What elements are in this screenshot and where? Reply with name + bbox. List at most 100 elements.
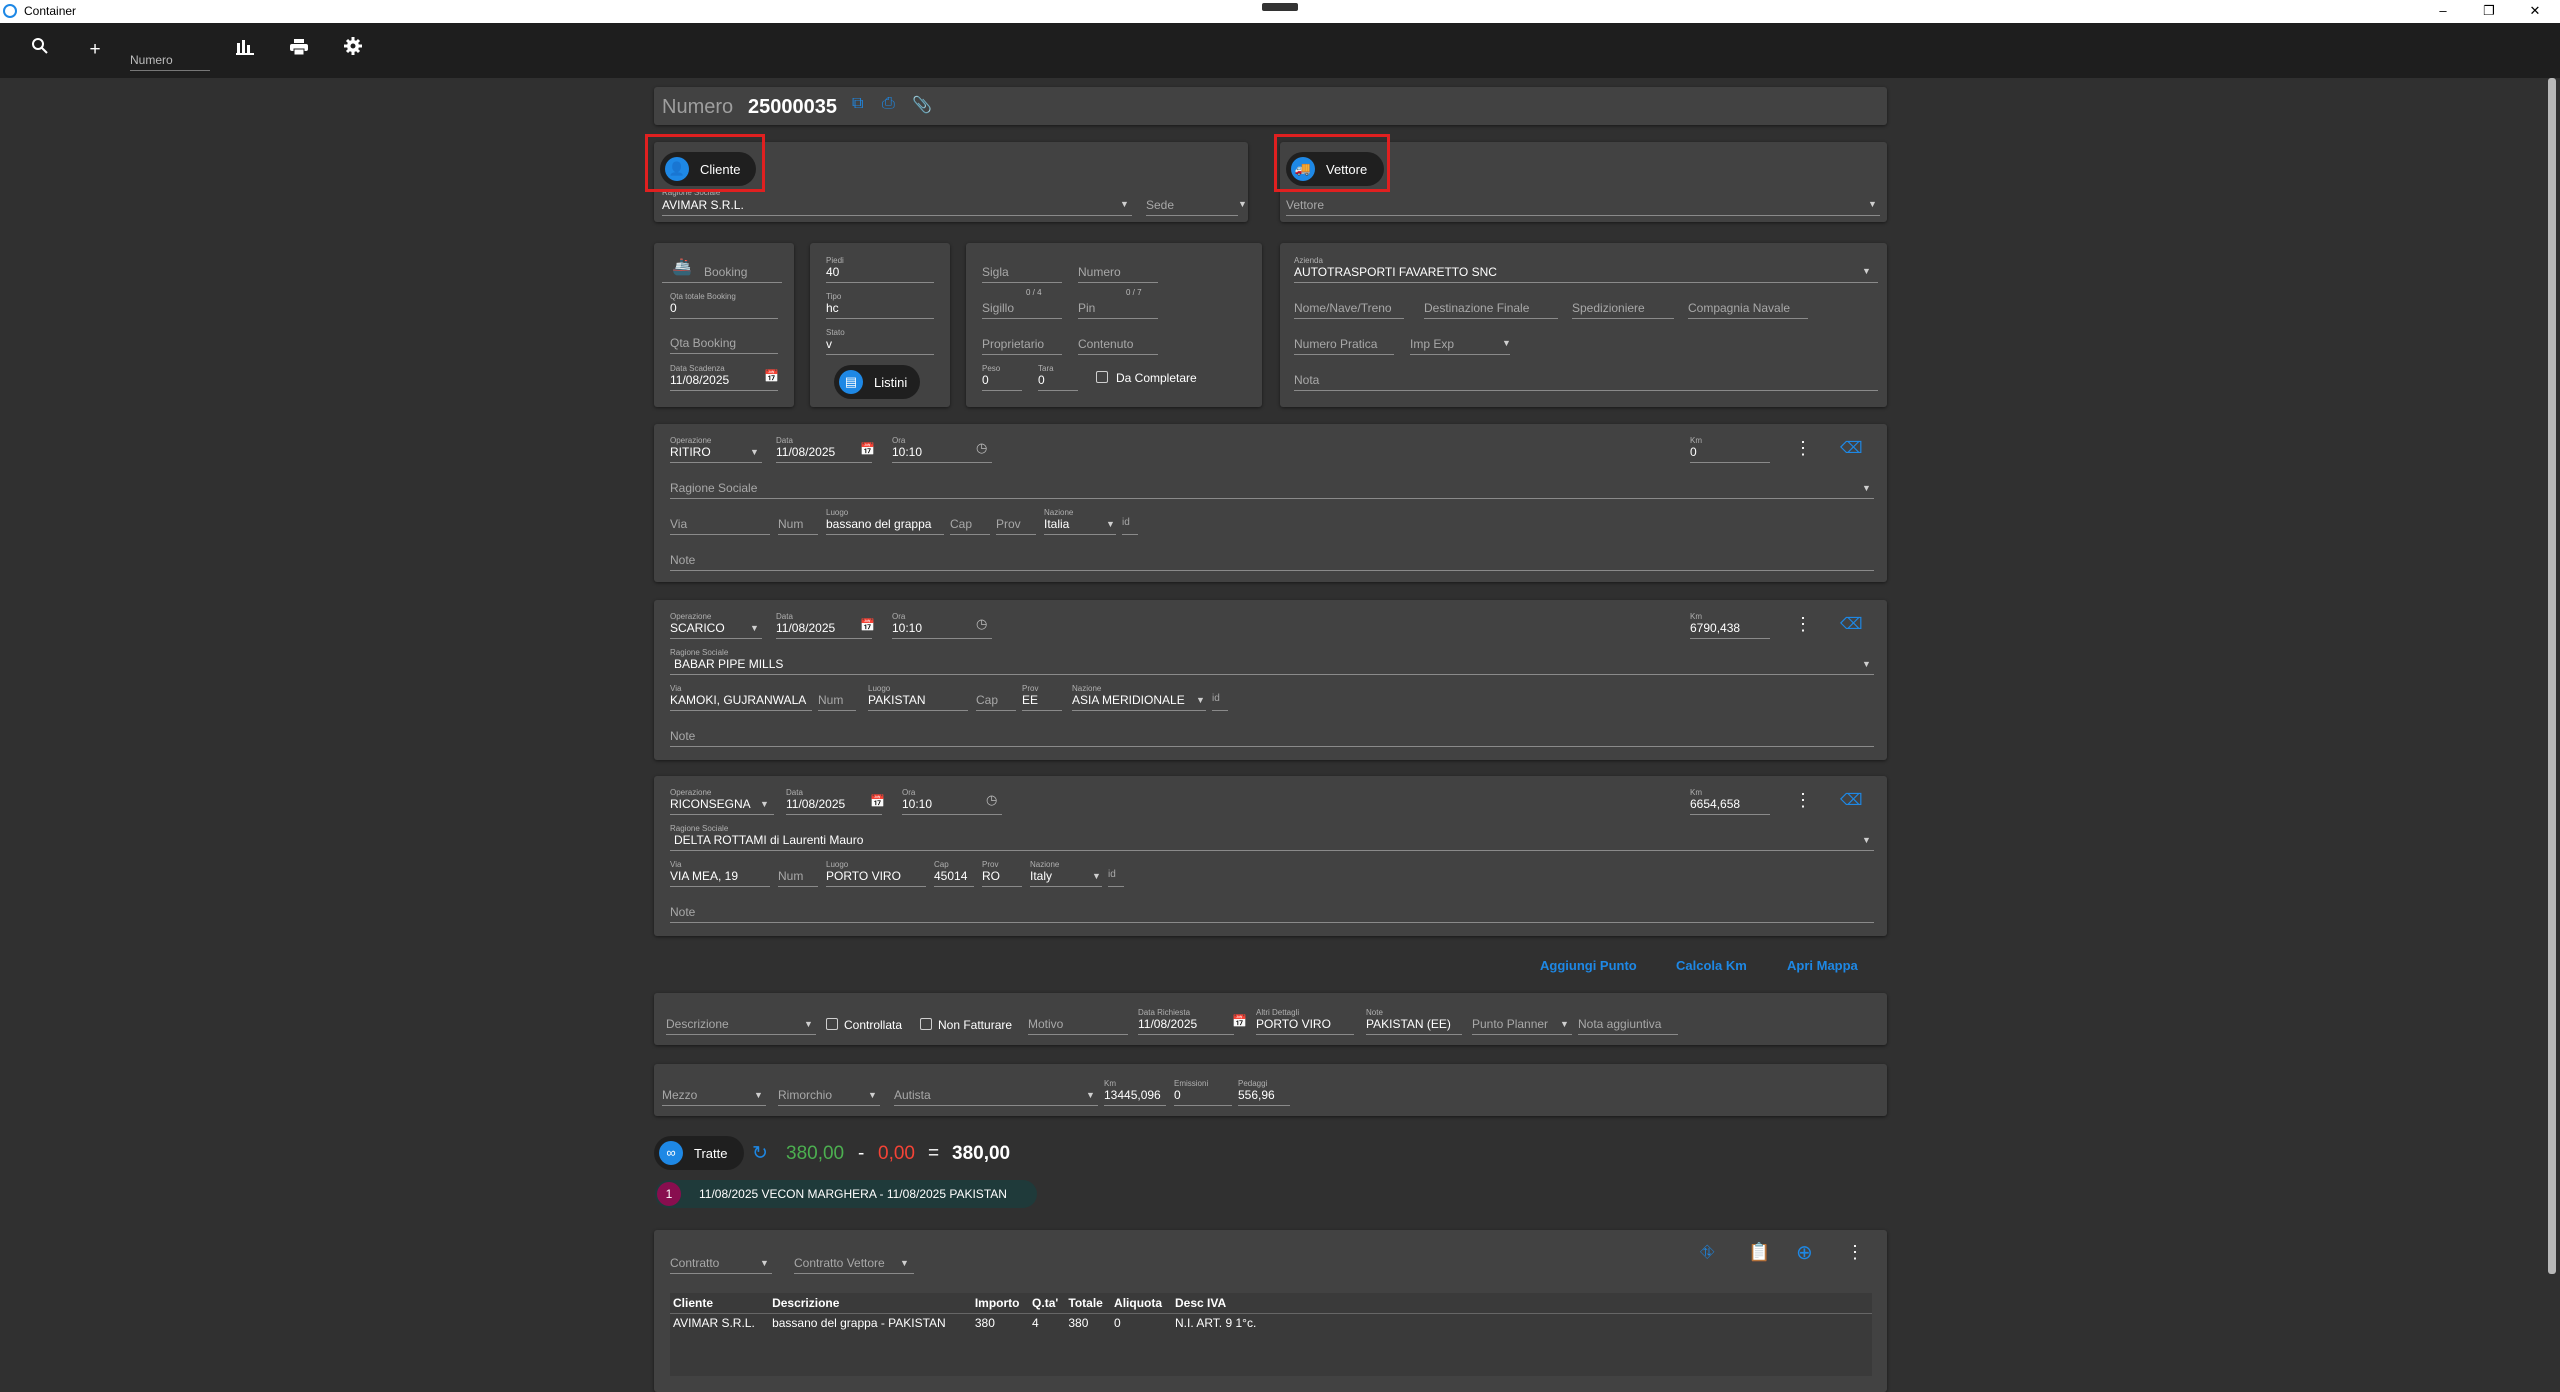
vertical-scrollbar[interactable] [2548, 78, 2556, 1274]
minimize-button[interactable]: – [2420, 0, 2466, 23]
imp-exp-select[interactable]: Imp Exp [1410, 337, 1510, 355]
col-qta[interactable]: Q.ta' [1029, 1293, 1066, 1314]
tara-input[interactable]: 0 [1038, 373, 1078, 391]
via-input[interactable]: KAMOKI, GUJRANWALA [670, 693, 812, 711]
clock-icon[interactable]: ◷ [986, 792, 997, 808]
calendar-icon[interactable]: 📅 [1232, 1014, 1247, 1028]
qta-booking-input[interactable]: Qta Booking [670, 336, 778, 354]
km-input[interactable]: 0 [1690, 445, 1770, 463]
descrizione-select[interactable]: Descrizione [666, 1017, 816, 1035]
calendar-icon[interactable]: 📅 [860, 442, 875, 456]
search-icon[interactable] [27, 37, 53, 63]
add-circle-icon[interactable]: ⊕ [1796, 1240, 1813, 1265]
restore-button[interactable]: ❐ [2466, 0, 2512, 23]
altri-dettagli-input[interactable]: PORTO VIRO [1256, 1017, 1354, 1035]
data-input[interactable]: 11/08/2025 [786, 797, 882, 815]
col-totale[interactable]: Totale [1065, 1293, 1112, 1314]
note-input[interactable]: PAKISTAN (EE) [1366, 1017, 1462, 1035]
col-cliente[interactable]: Cliente [670, 1293, 770, 1314]
ragione-sociale-select[interactable]: DELTA ROTTAMI di Laurenti Mauro [670, 833, 1874, 851]
operazione-select[interactable]: RITIRO [670, 445, 762, 463]
cap-input[interactable]: 45014 [934, 869, 974, 887]
operazione-select[interactable]: RICONSEGNA [670, 797, 774, 815]
sigla-input[interactable]: Sigla [982, 265, 1062, 283]
listini-button[interactable]: ▤ Listini [834, 365, 920, 399]
col-importo[interactable]: Importo [971, 1293, 1030, 1314]
cap-input[interactable]: Cap [976, 693, 1016, 711]
data-scadenza-input[interactable]: 11/08/2025 [670, 373, 778, 391]
copy-icon[interactable]: ⧉ [852, 95, 863, 113]
numero-input[interactable]: Numero [1078, 265, 1158, 283]
calcola-km-button[interactable]: Calcola Km [1676, 958, 1747, 973]
prov-input[interactable]: RO [982, 869, 1022, 887]
ragione-sociale-select[interactable]: Ragione Sociale [670, 481, 1874, 499]
plus-icon[interactable]: + [82, 37, 108, 63]
printer-icon[interactable] [286, 37, 312, 63]
numero-pratica-input[interactable]: Numero Pratica [1294, 337, 1394, 355]
vettore-select[interactable]: Vettore [1286, 198, 1880, 216]
destinazione-input[interactable]: Destinazione Finale [1424, 301, 1558, 319]
more-vert-icon[interactable]: ⋮ [1794, 614, 1812, 635]
via-input[interactable]: VIA MEA, 19 [670, 869, 770, 887]
clock-icon[interactable]: ◷ [976, 616, 987, 632]
da-completare-checkbox[interactable] [1096, 371, 1108, 383]
rimorchio-select[interactable]: Rimorchio [778, 1088, 880, 1106]
close-button[interactable]: ✕ [2512, 0, 2558, 23]
ragione-sociale-select[interactable]: BABAR PIPE MILLS [670, 657, 1874, 675]
non-fatturare-checkbox[interactable] [920, 1018, 932, 1030]
sigillo-input[interactable]: Sigillo [982, 301, 1062, 319]
delete-icon[interactable]: ⌫ [1840, 790, 1863, 810]
numero-search-input[interactable]: Numero [130, 47, 210, 71]
bar-chart-icon[interactable] [232, 37, 258, 63]
pedaggi-input[interactable]: 556,96 [1238, 1088, 1290, 1106]
contratto-vettore-select[interactable]: Contratto Vettore [794, 1256, 914, 1274]
tratta-chip[interactable]: 1 11/08/2025 VECON MARGHERA - 11/08/2025… [655, 1180, 1037, 1208]
nota-aggiuntiva-input[interactable]: Nota aggiuntiva [1578, 1017, 1678, 1035]
km-input[interactable]: 6654,658 [1690, 797, 1770, 815]
route-icon[interactable]: ⛗ [1700, 1242, 1714, 1263]
prov-input[interactable]: Prov [996, 517, 1036, 535]
refresh-icon[interactable]: ↻ [752, 1142, 768, 1165]
operazione-select[interactable]: SCARICO [670, 621, 762, 639]
num-input[interactable]: Num [778, 517, 818, 535]
qta-totale-input[interactable]: 0 [670, 301, 778, 319]
delete-icon[interactable]: ⌫ [1840, 438, 1863, 458]
motivo-input[interactable]: Motivo [1028, 1017, 1128, 1035]
delete-icon[interactable]: ⌫ [1840, 614, 1863, 634]
compagnia-input[interactable]: Compagnia Navale [1688, 301, 1808, 319]
clock-icon[interactable]: ◷ [976, 440, 987, 456]
data-input[interactable]: 11/08/2025 [776, 621, 872, 639]
piedi-input[interactable]: 40 [826, 265, 934, 283]
azienda-select[interactable]: AUTOTRASPORTI FAVARETTO SNC [1294, 265, 1878, 283]
col-aliquota[interactable]: Aliquota [1111, 1293, 1172, 1314]
more-vert-icon[interactable]: ⋮ [1794, 790, 1812, 811]
num-input[interactable]: Num [818, 693, 856, 711]
more-vert-icon[interactable]: ⋮ [1846, 1242, 1864, 1263]
contenuto-input[interactable]: Contenuto [1078, 337, 1158, 355]
punto-planner-select[interactable]: Punto Planner [1472, 1017, 1572, 1035]
calendar-icon[interactable]: 📅 [764, 369, 779, 383]
nazione-select[interactable]: ASIA MERIDIONALE [1072, 693, 1206, 711]
spedizioniere-input[interactable]: Spedizioniere [1572, 301, 1674, 319]
prov-input[interactable]: EE [1022, 693, 1062, 711]
km-input[interactable]: 6790,438 [1690, 621, 1770, 639]
id-input[interactable]: id [1212, 693, 1228, 711]
contratto-select[interactable]: Contratto [670, 1256, 772, 1274]
col-desc-iva[interactable]: Desc IVA [1172, 1293, 1872, 1314]
printer-icon[interactable]: ⎙ [882, 95, 895, 113]
emissioni-input[interactable]: 0 [1174, 1088, 1232, 1106]
data-richiesta-input[interactable]: 11/08/2025 [1138, 1017, 1234, 1035]
via-input[interactable]: Via [670, 517, 770, 535]
aggiungi-punto-button[interactable]: Aggiungi Punto [1540, 958, 1637, 973]
proprietario-input[interactable]: Proprietario [982, 337, 1062, 355]
sede-select[interactable]: Sede [1146, 198, 1238, 216]
cap-input[interactable]: Cap [950, 517, 990, 535]
apri-mappa-button[interactable]: Apri Mappa [1787, 958, 1858, 973]
id-input[interactable]: id [1122, 517, 1138, 535]
luogo-input[interactable]: PAKISTAN [868, 693, 968, 711]
paperclip-icon[interactable]: 📎 [912, 95, 932, 115]
tipo-input[interactable]: hc [826, 301, 934, 319]
gear-icon[interactable] [340, 37, 366, 63]
col-descrizione[interactable]: Descrizione [769, 1293, 972, 1314]
table-row[interactable]: AVIMAR S.R.L. bassano del grappa - PAKIS… [670, 1313, 1872, 1332]
